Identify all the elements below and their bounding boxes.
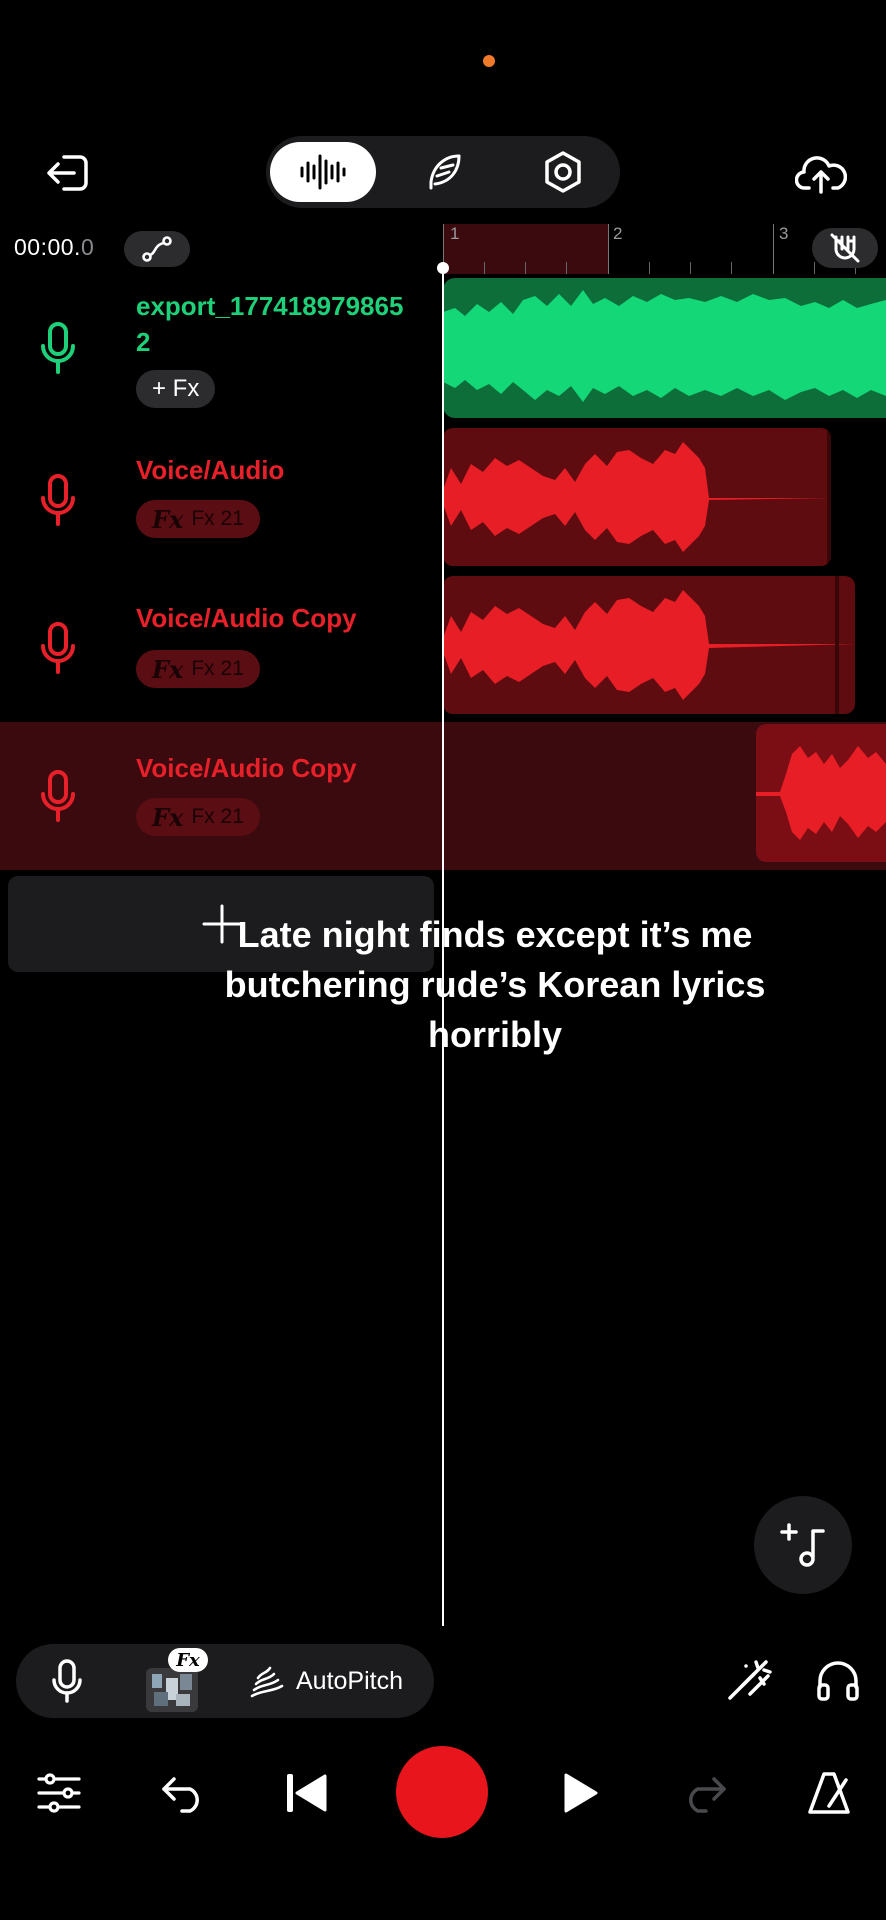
add-instrument-button[interactable] (754, 1496, 852, 1594)
record-input-button[interactable] (44, 1658, 90, 1704)
fx-chain-button[interactable]: Fx Fx 21 (136, 650, 260, 688)
audio-clip[interactable] (443, 428, 831, 566)
autopitch-button[interactable]: AutoPitch (248, 1656, 403, 1706)
sliders-icon (37, 1773, 81, 1813)
magnet-off-icon (830, 233, 860, 263)
ruler-bar-number: 3 (779, 224, 789, 243)
headphones-icon (817, 1661, 859, 1701)
snap-toggle-button[interactable] (812, 228, 878, 268)
mic-icon[interactable] (38, 472, 78, 528)
mode-switcher (266, 136, 620, 208)
track-name[interactable]: Voice/Audio Copy (136, 750, 357, 786)
monitor-headphones-button[interactable] (810, 1652, 866, 1708)
fx-chain-button[interactable]: Fx Fx 21 (136, 500, 260, 538)
feather-icon (429, 154, 461, 190)
exit-icon (47, 155, 88, 191)
add-fx-button[interactable]: + Fx (136, 370, 216, 408)
metronome-icon (808, 1772, 850, 1814)
fx-badge: Fx (168, 1648, 208, 1672)
cloud-upload-icon (795, 156, 847, 194)
ruler-bar-number: 1 (450, 224, 460, 243)
mode-tab-settings[interactable] (510, 142, 616, 202)
redo-icon (689, 1777, 726, 1813)
exit-button[interactable] (40, 150, 94, 196)
mic-icon[interactable] (38, 620, 78, 676)
ruler-bar-number: 2 (613, 224, 623, 243)
mic-icon[interactable] (38, 768, 78, 824)
mode-tab-tracks[interactable] (270, 142, 376, 202)
mode-tab-lyrics[interactable] (390, 142, 496, 202)
redo-button[interactable] (680, 1768, 730, 1818)
track-name[interactable]: export_177418979865 2 (136, 288, 403, 360)
play-button[interactable] (556, 1768, 606, 1818)
undo-icon (162, 1777, 199, 1813)
upload-button[interactable] (792, 148, 850, 198)
video-caption-overlay: Late night finds except it’s me butcheri… (224, 914, 766, 1055)
playhead-handle[interactable] (437, 262, 449, 274)
undo-button[interactable] (158, 1768, 208, 1818)
automation-curve-icon (142, 236, 172, 262)
waveform-icon (300, 154, 346, 190)
record-button[interactable] (396, 1746, 488, 1838)
magic-wand-icon (728, 1660, 772, 1700)
skip-to-start-button[interactable] (282, 1768, 332, 1818)
metronome-button[interactable] (802, 1766, 856, 1820)
audio-clip[interactable] (756, 724, 886, 862)
playhead-line[interactable] (442, 266, 444, 1626)
hexagon-settings-icon (545, 151, 581, 193)
autopitch-wave-icon (250, 1666, 284, 1698)
mic-icon (52, 1659, 82, 1703)
fx-chain-button[interactable]: Fx Fx 21 (136, 798, 260, 836)
mic-icon[interactable] (38, 320, 78, 376)
track-name[interactable]: Voice/Audio (136, 452, 284, 488)
playback-time: 00:00.0 (14, 234, 95, 260)
track-name[interactable]: Voice/Audio Copy (136, 600, 357, 636)
add-music-note-icon (780, 1523, 825, 1567)
audio-clip[interactable] (443, 278, 886, 418)
mixer-button[interactable] (34, 1768, 84, 1818)
skip-back-icon (287, 1774, 327, 1812)
autopitch-label: AutoPitch (296, 1666, 404, 1695)
status-indicator-dot (483, 55, 495, 67)
automation-button[interactable] (124, 231, 190, 267)
magic-tools-button[interactable] (720, 1652, 776, 1708)
audio-clip[interactable] (443, 576, 855, 714)
play-icon (564, 1773, 598, 1813)
